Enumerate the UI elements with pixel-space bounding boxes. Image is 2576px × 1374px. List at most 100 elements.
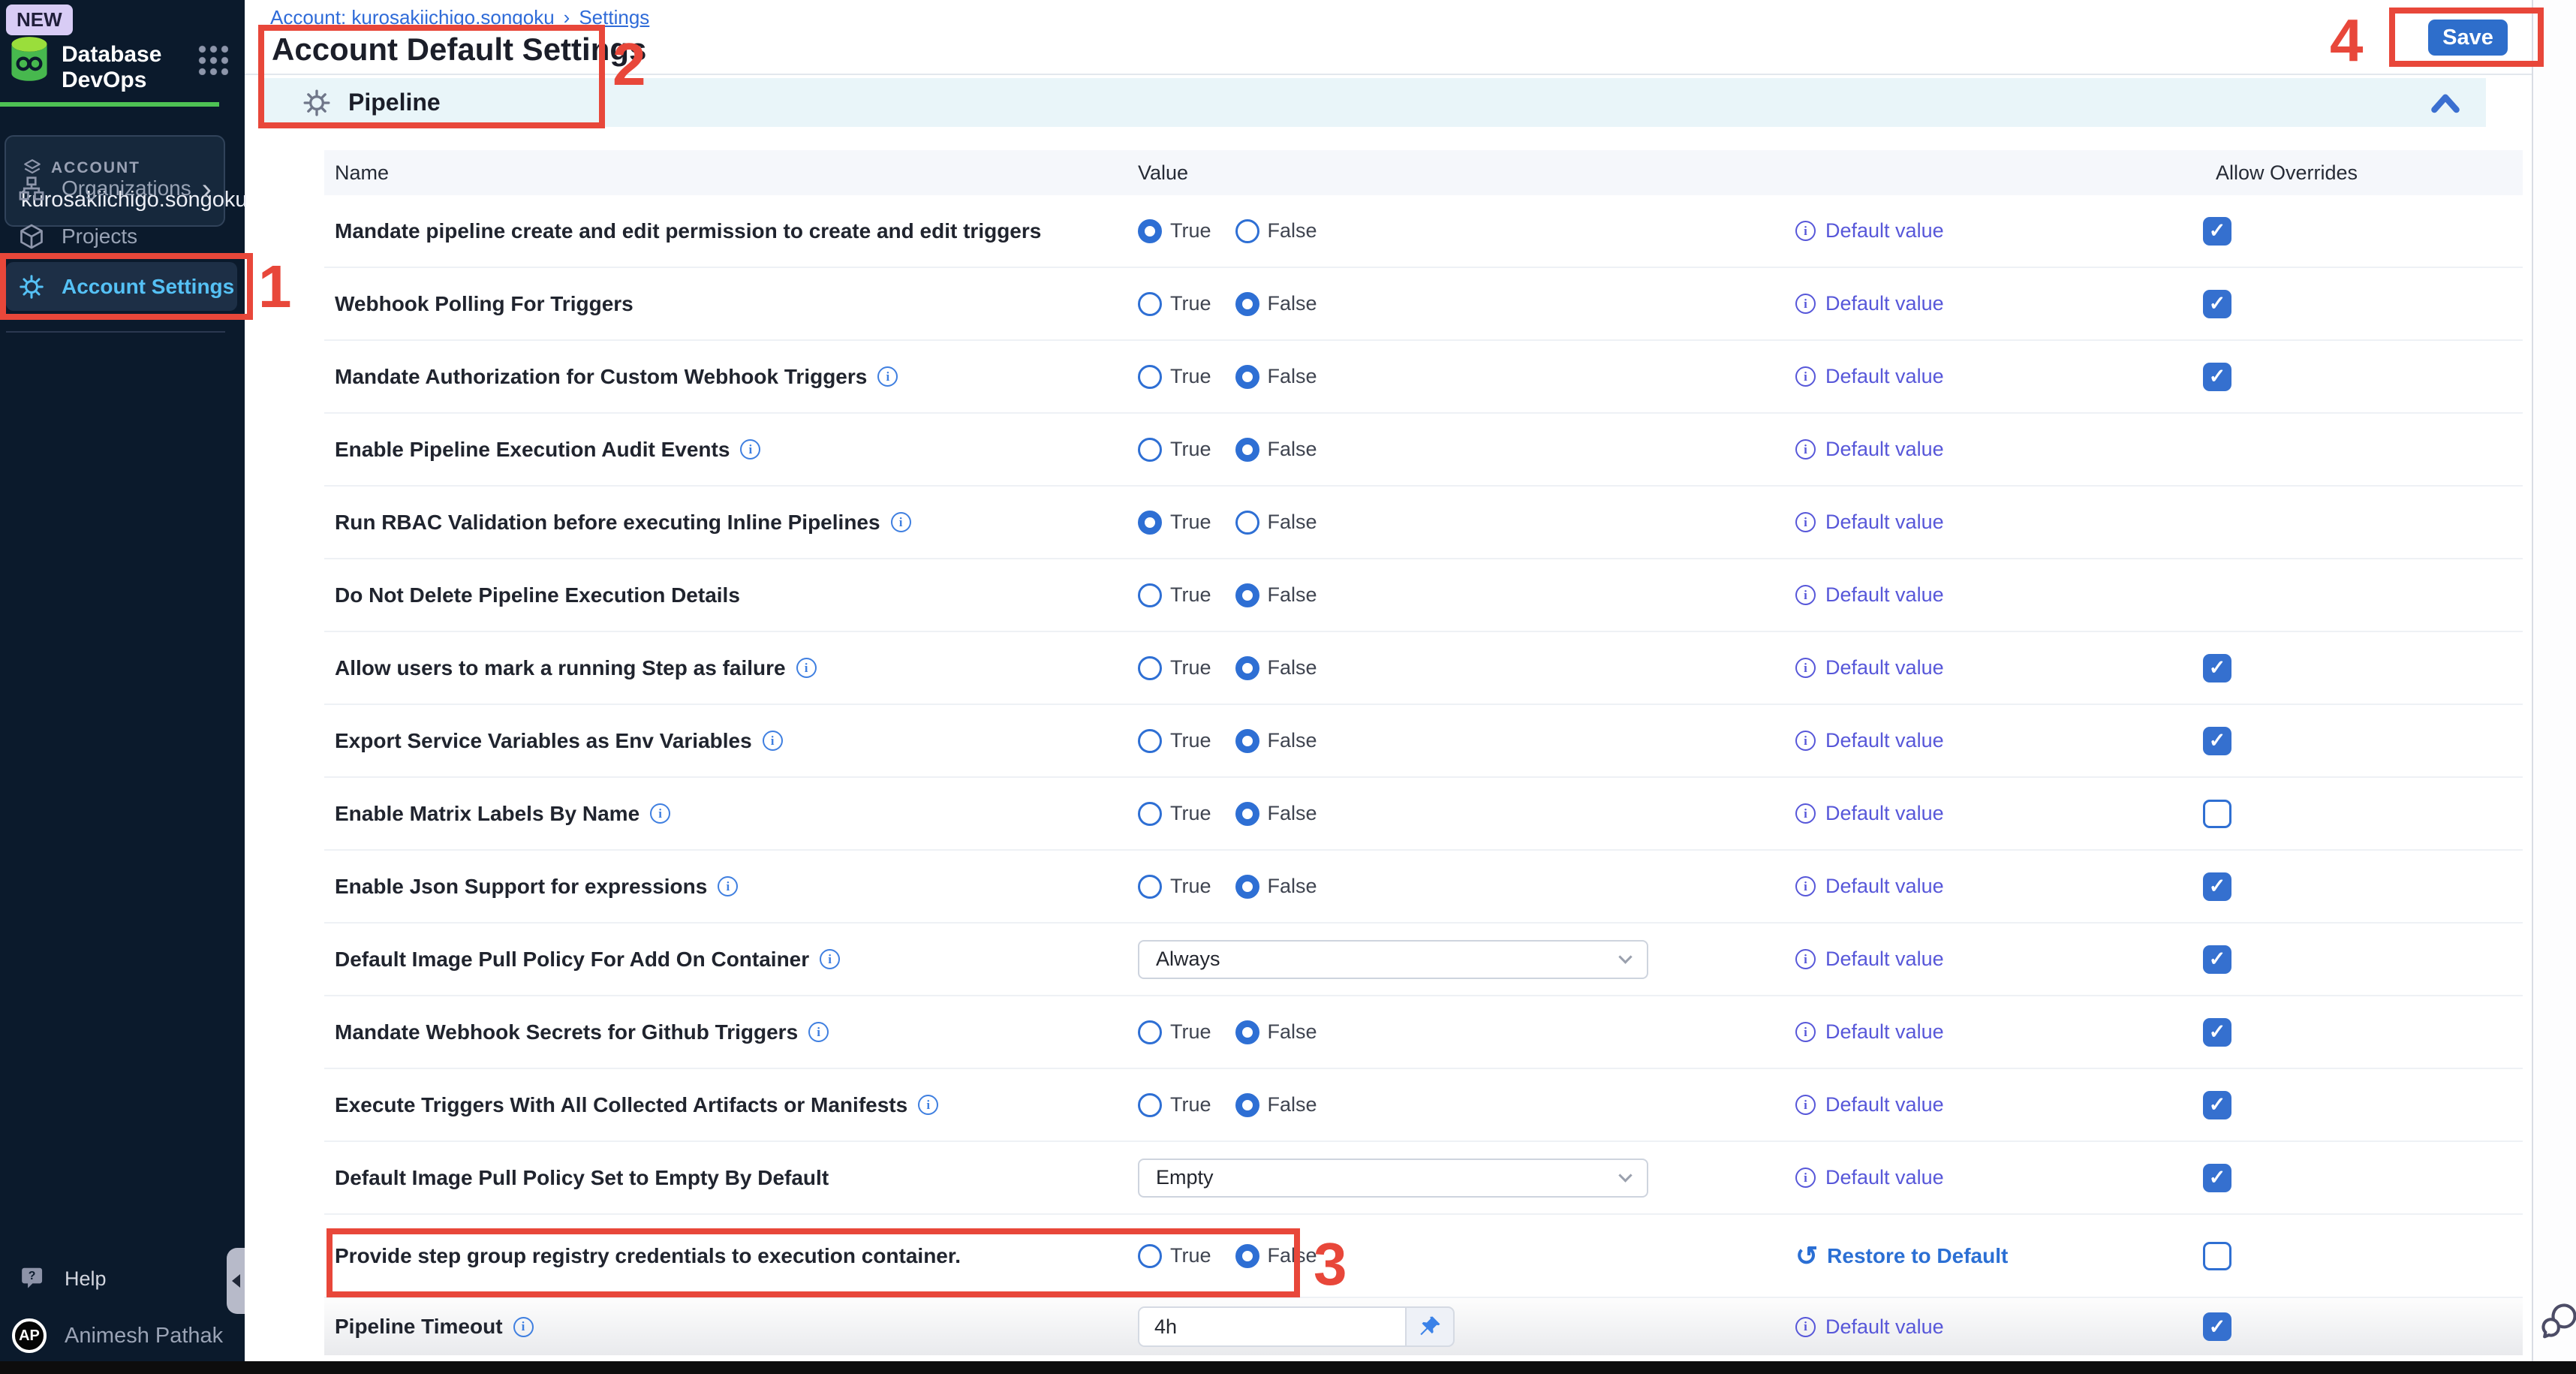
- radio-true-icon: [1138, 219, 1162, 243]
- radio-false-option[interactable]: False: [1235, 729, 1317, 753]
- radio-true-option[interactable]: True: [1138, 802, 1211, 826]
- user-menu[interactable]: AP Animesh Pathak: [12, 1318, 223, 1353]
- radio-false-option[interactable]: False: [1235, 583, 1317, 607]
- setting-name: Enable Json Support for expressions: [335, 875, 707, 899]
- setting-name: Allow users to mark a running Step as fa…: [335, 656, 786, 680]
- default-value-link[interactable]: iDefault value: [1795, 729, 1944, 752]
- breadcrumb-account-link[interactable]: Account: kurosakiichigo.songoku: [270, 6, 555, 29]
- value-select[interactable]: Empty: [1138, 1159, 1648, 1198]
- sidebar-item-organizations[interactable]: Organizations: [0, 164, 245, 212]
- override-checkbox[interactable]: ✓: [2203, 1164, 2231, 1192]
- radio-true-option[interactable]: True: [1138, 365, 1211, 389]
- table-row: Default Image Pull Policy Set to Empty B…: [324, 1142, 2523, 1215]
- override-checkbox[interactable]: ✓: [2203, 1018, 2231, 1047]
- radio-false-option[interactable]: False: [1235, 511, 1317, 535]
- radio-true-option[interactable]: True: [1138, 1020, 1211, 1044]
- default-value-link[interactable]: iDefault value: [1795, 511, 1944, 534]
- radio-true-option[interactable]: True: [1138, 219, 1211, 243]
- radio-false-option[interactable]: False: [1235, 292, 1317, 316]
- default-value-label: Default value: [1825, 948, 1944, 971]
- radio-false-option[interactable]: False: [1235, 656, 1317, 680]
- pin-button[interactable]: [1407, 1308, 1453, 1345]
- default-value-link[interactable]: iDefault value: [1795, 948, 1944, 971]
- sidebar-item-account-settings[interactable]: Account Settings: [6, 262, 237, 311]
- radio-false-option[interactable]: False: [1235, 802, 1317, 826]
- default-value-link[interactable]: iDefault value: [1795, 802, 1944, 825]
- chevron-up-icon[interactable]: [2429, 90, 2462, 116]
- timeout-input[interactable]: 4h: [1139, 1308, 1407, 1345]
- default-value-link[interactable]: iDefault value: [1795, 292, 1944, 315]
- setting-name: Webhook Polling For Triggers: [335, 292, 633, 316]
- radio-label: True: [1170, 511, 1211, 534]
- default-value-link[interactable]: iDefault value: [1795, 656, 1944, 679]
- override-checkbox[interactable]: ✓: [2203, 290, 2231, 318]
- default-value-link[interactable]: iDefault value: [1795, 438, 1944, 461]
- radio-true-option[interactable]: True: [1138, 1093, 1211, 1117]
- page-title: Account Default Settings: [272, 32, 646, 68]
- setting-name-cell: Webhook Polling For Triggers: [335, 268, 633, 339]
- radio-false-option[interactable]: False: [1235, 1093, 1317, 1117]
- table-row: Webhook Polling For Triggers True False iDe…: [324, 268, 2523, 341]
- override-checkbox[interactable]: ✓: [2203, 363, 2231, 391]
- help-button[interactable]: ? Help: [20, 1264, 107, 1293]
- setting-value-cell: True False: [1138, 996, 1341, 1068]
- radio-false-option[interactable]: False: [1235, 1244, 1317, 1268]
- radio-label: True: [1170, 438, 1211, 461]
- default-value-link[interactable]: iDefault value: [1795, 1315, 1944, 1339]
- table-row: Execute Triggers With All Collected Arti…: [324, 1069, 2523, 1142]
- override-checkbox[interactable]: ✓: [2203, 217, 2231, 246]
- radio-true-option[interactable]: True: [1138, 1244, 1211, 1268]
- sidebar-collapse-handle[interactable]: [227, 1248, 245, 1314]
- value-select[interactable]: Always: [1138, 940, 1648, 979]
- default-value-link[interactable]: iDefault value: [1795, 1020, 1944, 1044]
- default-value-link[interactable]: iDefault value: [1795, 1166, 1944, 1189]
- radio-true-option[interactable]: True: [1138, 875, 1211, 899]
- sidebar-item-projects[interactable]: Projects: [0, 212, 245, 261]
- radio-label: False: [1268, 1020, 1317, 1044]
- feedback-chat-icon[interactable]: [2538, 1299, 2576, 1342]
- radio-false-option[interactable]: False: [1235, 875, 1317, 899]
- setting-value-cell: True False: [1138, 559, 1341, 631]
- default-value-link[interactable]: iDefault value: [1795, 1093, 1944, 1116]
- default-value-link[interactable]: iDefault value: [1795, 875, 1944, 898]
- save-button[interactable]: Save: [2428, 20, 2508, 56]
- radio-true-option[interactable]: True: [1138, 729, 1211, 753]
- radio-true-option[interactable]: True: [1138, 438, 1211, 462]
- override-checkbox[interactable]: ✓: [2203, 1091, 2231, 1119]
- radio-false-option[interactable]: False: [1235, 219, 1317, 243]
- radio-label: True: [1170, 729, 1211, 752]
- radio-false-option[interactable]: False: [1235, 1020, 1317, 1044]
- default-value-label: Default value: [1825, 1093, 1944, 1116]
- radio-label: True: [1170, 1244, 1211, 1267]
- restore-label: Restore to Default: [1827, 1244, 2008, 1268]
- default-value-link[interactable]: iDefault value: [1795, 219, 1944, 243]
- info-icon: i: [1795, 1168, 1816, 1188]
- override-checkbox[interactable]: [2203, 800, 2231, 828]
- setting-name-cell: Enable Pipeline Execution Audit Eventsi: [335, 414, 760, 485]
- allow-overrides-cell: ✓: [2203, 924, 2231, 995]
- radio-false-option[interactable]: False: [1235, 438, 1317, 462]
- override-checkbox[interactable]: ✓: [2203, 654, 2231, 682]
- override-checkbox[interactable]: ✓: [2203, 727, 2231, 755]
- radio-label: False: [1268, 365, 1317, 388]
- setting-name: Mandate Webhook Secrets for Github Trigg…: [335, 1020, 798, 1044]
- setting-name: Provide step group registry credentials …: [335, 1244, 961, 1268]
- override-checkbox[interactable]: ✓: [2203, 872, 2231, 901]
- app-grid-icon[interactable]: [195, 42, 228, 75]
- breadcrumb-settings-link[interactable]: Settings: [579, 6, 649, 29]
- default-value-link[interactable]: iDefault value: [1795, 583, 1944, 607]
- radio-true-option[interactable]: True: [1138, 292, 1211, 316]
- radio-false-option[interactable]: False: [1235, 365, 1317, 389]
- override-checkbox[interactable]: ✓: [2203, 1312, 2231, 1341]
- radio-true-option[interactable]: True: [1138, 656, 1211, 680]
- radio-true-option[interactable]: True: [1138, 511, 1211, 535]
- setting-name: Enable Matrix Labels By Name: [335, 802, 639, 826]
- pipeline-section-header[interactable]: Pipeline: [261, 78, 2486, 127]
- restore-to-default-link[interactable]: ↺Restore to Default: [1795, 1244, 2008, 1268]
- override-checkbox[interactable]: [2203, 1242, 2231, 1270]
- override-checkbox[interactable]: ✓: [2203, 945, 2231, 974]
- radio-true-option[interactable]: True: [1138, 583, 1211, 607]
- radio-label: True: [1170, 583, 1211, 607]
- default-value-link[interactable]: iDefault value: [1795, 365, 1944, 388]
- select-value: Empty: [1156, 1166, 1214, 1189]
